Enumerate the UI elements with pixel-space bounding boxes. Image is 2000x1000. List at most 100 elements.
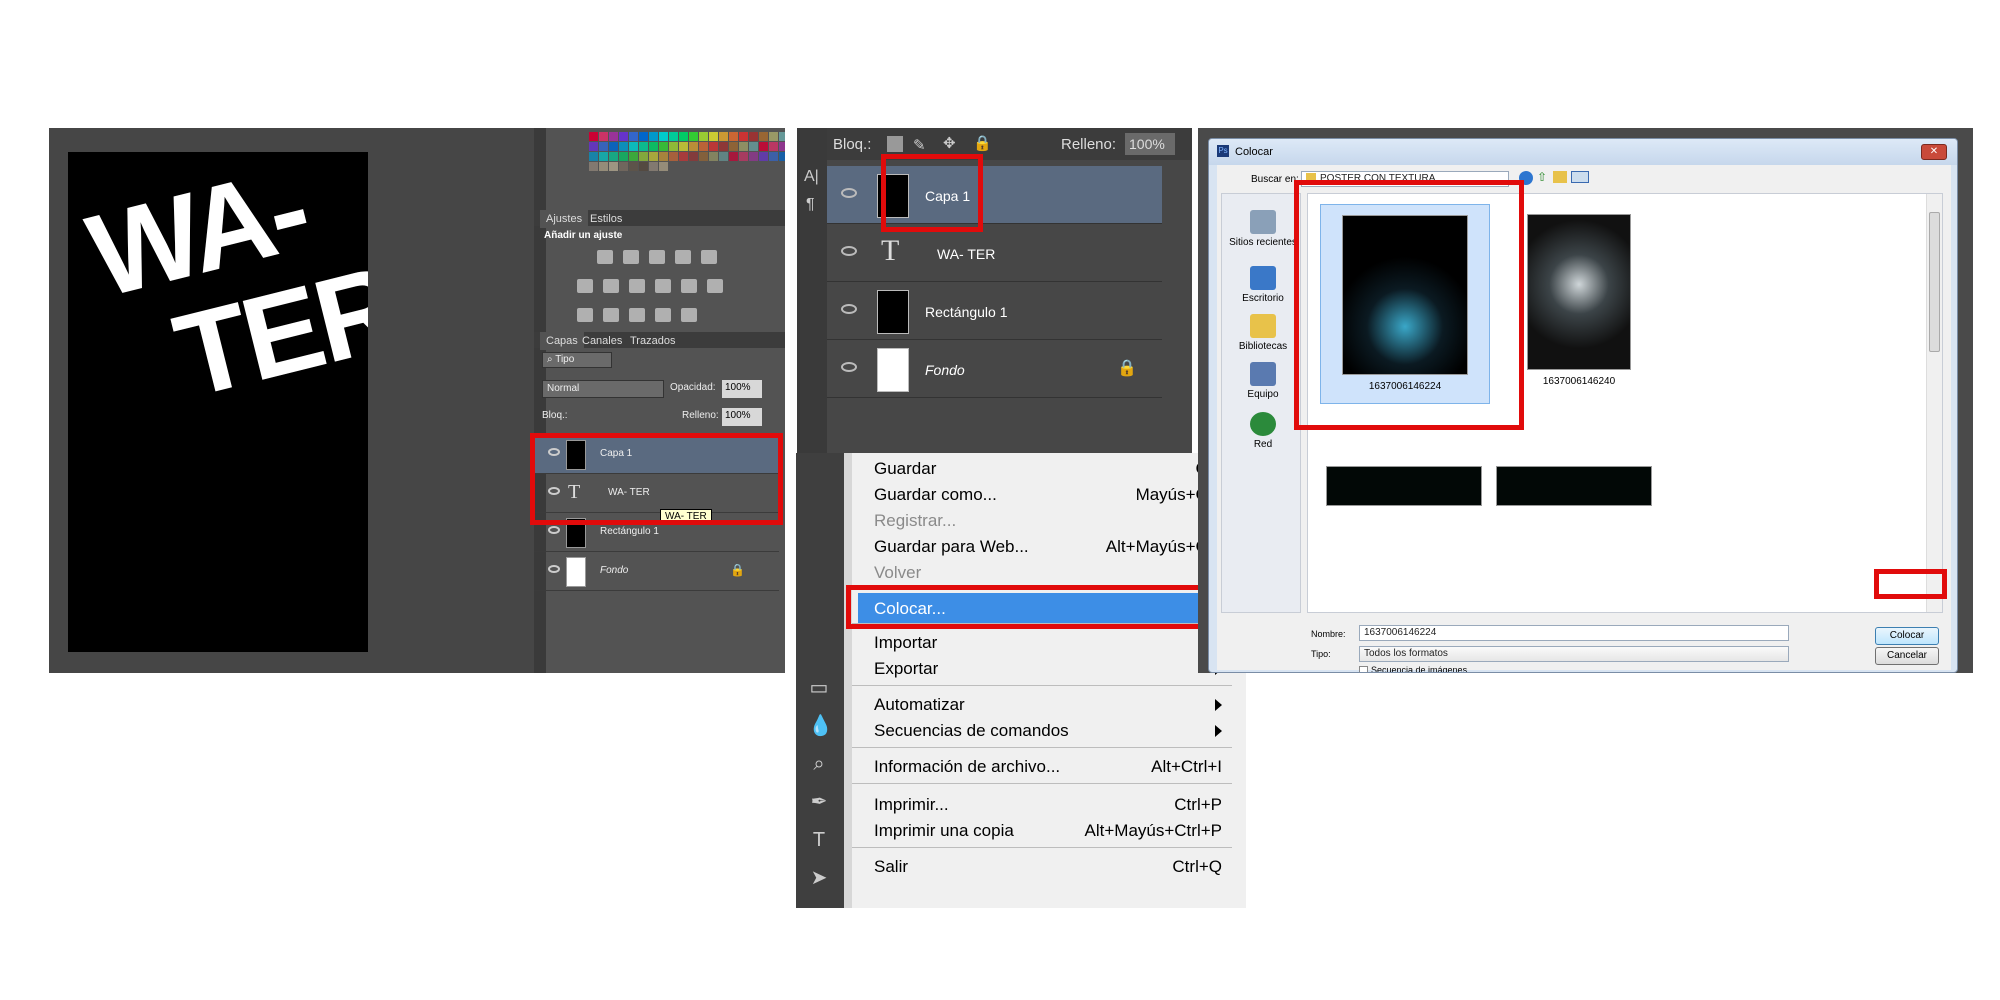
threshold-icon[interactable] xyxy=(629,308,645,322)
color-swatch[interactable] xyxy=(779,152,785,161)
name-input[interactable]: 1637006146224 xyxy=(1359,625,1789,641)
place-libraries[interactable]: Bibliotecas xyxy=(1228,314,1298,352)
menu-item-información-de-archivo[interactable]: Información de archivo... Alt+Ctrl+I xyxy=(874,755,1234,781)
pen-tool-icon[interactable]: ✒ xyxy=(808,791,830,813)
color-swatch[interactable] xyxy=(689,142,698,151)
color-swatch[interactable] xyxy=(669,142,678,151)
color-swatch[interactable] xyxy=(729,142,738,151)
color-swatch[interactable] xyxy=(639,162,648,171)
menu-item-guardar-como[interactable]: Guardar como... Mayús+Ctrl xyxy=(874,483,1234,509)
color-swatch[interactable] xyxy=(609,162,618,171)
color-swatch[interactable] xyxy=(709,142,718,151)
tab-ajustes[interactable]: Ajustes xyxy=(540,210,589,228)
menu-item-registrar[interactable]: Registrar... xyxy=(874,509,1234,535)
color-swatch[interactable] xyxy=(629,152,638,161)
color-swatch[interactable] xyxy=(679,142,688,151)
lock-all-icon[interactable]: 🔒 xyxy=(973,134,992,152)
channel-mixer-icon[interactable] xyxy=(681,279,697,293)
color-swatch[interactable] xyxy=(689,152,698,161)
tab-estilos[interactable]: Estilos xyxy=(584,210,628,228)
type-tool-icon[interactable]: T xyxy=(808,829,830,851)
lock-move-icon[interactable]: ✥ xyxy=(943,134,956,152)
color-swatch[interactable] xyxy=(719,142,728,151)
color-swatch[interactable] xyxy=(599,162,608,171)
visibility-eye-icon[interactable] xyxy=(841,362,857,372)
levels-icon[interactable] xyxy=(623,250,639,264)
fill-input[interactable]: 100% xyxy=(722,408,762,426)
posterize-icon[interactable] xyxy=(603,308,619,322)
character-icon[interactable]: A| xyxy=(804,168,819,186)
tab-trazados[interactable]: Trazados xyxy=(624,332,681,350)
color-balance-icon[interactable] xyxy=(603,279,619,293)
place-button[interactable]: Colocar xyxy=(1875,627,1939,645)
color-swatch[interactable] xyxy=(639,152,648,161)
color-swatch[interactable] xyxy=(589,162,598,171)
black-white-icon[interactable] xyxy=(629,279,645,293)
layer-filter-select[interactable]: ⌕ Tipo xyxy=(542,352,612,368)
color-swatch[interactable] xyxy=(759,152,768,161)
color-swatch[interactable] xyxy=(759,142,768,151)
color-swatch[interactable] xyxy=(769,152,778,161)
place-network[interactable]: Red xyxy=(1228,412,1298,450)
file-thumbnail[interactable] xyxy=(1496,466,1652,506)
color-swatch[interactable] xyxy=(599,152,608,161)
paragraph-icon[interactable]: ¶ xyxy=(806,196,815,214)
layer-row-capa1[interactable]: Capa 1 xyxy=(827,166,1162,224)
color-swatch[interactable] xyxy=(619,142,628,151)
menu-item-guardar-para-web[interactable]: Guardar para Web... Alt+Mayús+Ctrl xyxy=(874,535,1234,561)
close-icon[interactable]: ✕ xyxy=(1921,144,1947,160)
layer-row-water[interactable]: T WA- TER xyxy=(827,224,1162,282)
visibility-eye-icon[interactable] xyxy=(841,246,857,256)
layer-row-fondo[interactable]: Fondo 🔒 xyxy=(534,553,779,591)
color-swatch[interactable] xyxy=(649,152,658,161)
up-folder-icon[interactable]: ⇧ xyxy=(1537,170,1547,184)
color-swatch[interactable] xyxy=(749,142,758,151)
color-swatch[interactable] xyxy=(589,152,598,161)
menu-item-guardar[interactable]: GuardarCtrl xyxy=(874,457,1234,483)
color-swatch[interactable] xyxy=(649,162,658,171)
menu-item-automatizar[interactable]: Automatizar xyxy=(874,693,1234,719)
file-thumbnail[interactable] xyxy=(1326,466,1482,506)
image-sequence-checkbox[interactable]: Secuencia de imágenes xyxy=(1359,665,1467,672)
menu-item-exportar[interactable]: Exportar xyxy=(874,657,1234,683)
color-swatch[interactable] xyxy=(699,152,708,161)
curves-icon[interactable] xyxy=(649,250,665,264)
place-recent[interactable]: Sitios recientes xyxy=(1228,210,1298,248)
color-swatch[interactable] xyxy=(629,142,638,151)
cancel-button[interactable]: Cancelar xyxy=(1875,647,1939,665)
visibility-eye-icon[interactable] xyxy=(841,304,857,314)
zoom-tool-icon[interactable]: ⌕ xyxy=(808,753,830,775)
layer-row-rectangulo[interactable]: Rectángulo 1 xyxy=(827,282,1162,340)
color-swatch[interactable] xyxy=(739,152,748,161)
color-swatch[interactable] xyxy=(619,152,628,161)
color-swatch[interactable] xyxy=(659,142,668,151)
opacity-input[interactable]: 100% xyxy=(722,380,762,398)
hue-saturation-icon[interactable] xyxy=(577,279,593,293)
color-swatch[interactable] xyxy=(609,152,618,161)
brightness-icon[interactable] xyxy=(597,250,613,264)
view-menu-icon[interactable] xyxy=(1571,171,1589,183)
selective-color-icon[interactable] xyxy=(655,308,671,322)
visibility-eye-icon[interactable] xyxy=(841,188,857,198)
fill-input[interactable]: 100% xyxy=(1125,133,1175,155)
invert-icon[interactable] xyxy=(577,308,593,322)
color-swatch[interactable] xyxy=(679,152,688,161)
file-tile[interactable]: 1637006146240 xyxy=(1504,204,1654,404)
place-desktop[interactable]: Escritorio xyxy=(1228,266,1298,304)
layer-row-fondo[interactable]: Fondo 🔒 xyxy=(827,340,1162,398)
lock-transparency-icon[interactable] xyxy=(887,136,903,152)
selection-tool-icon[interactable]: ➤ xyxy=(808,867,830,889)
menu-item-secuencias-de-comandos[interactable]: Secuencias de comandos xyxy=(874,719,1234,745)
color-swatch[interactable] xyxy=(649,142,658,151)
menu-item-volver[interactable]: VolverF xyxy=(874,561,1234,587)
menu-item-imprimir-una-copia[interactable]: Imprimir una copia Alt+Mayús+Ctrl+P xyxy=(874,819,1234,845)
color-swatch[interactable] xyxy=(729,152,738,161)
color-swatch[interactable] xyxy=(589,142,598,151)
color-swatch[interactable] xyxy=(599,142,608,151)
color-swatch[interactable] xyxy=(639,142,648,151)
color-swatch[interactable] xyxy=(709,152,718,161)
color-swatch[interactable] xyxy=(699,142,708,151)
blend-mode-select[interactable]: Normal xyxy=(542,380,664,398)
color-swatch[interactable] xyxy=(779,142,785,151)
color-swatch[interactable] xyxy=(619,162,628,171)
